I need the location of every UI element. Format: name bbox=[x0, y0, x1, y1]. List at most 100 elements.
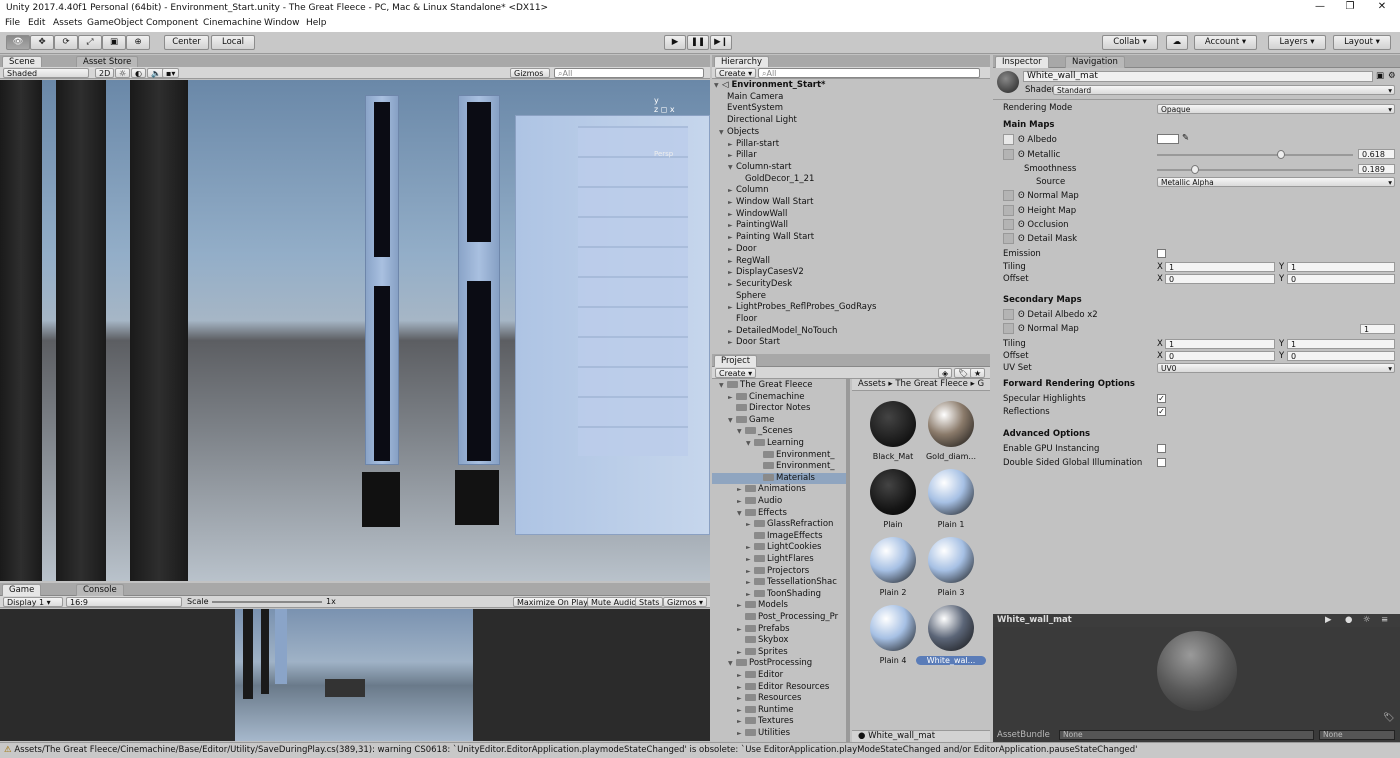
metallic-value-field[interactable]: 0.618 bbox=[1358, 149, 1395, 159]
hierarchy-search-input[interactable]: ⌕All bbox=[758, 68, 980, 78]
expand-arrow-icon[interactable]: ► bbox=[728, 279, 736, 291]
tab-game[interactable]: Game bbox=[2, 584, 42, 596]
expand-arrow-icon[interactable]: ► bbox=[746, 577, 754, 589]
menu-file[interactable]: File bbox=[5, 18, 20, 28]
height-map-slot[interactable] bbox=[1003, 205, 1014, 216]
hierarchy-item[interactable]: Sphere bbox=[712, 291, 990, 303]
scene-viewport[interactable]: yz ◻ x Persp bbox=[0, 80, 710, 581]
hierarchy-item[interactable]: ► Pillar-start bbox=[712, 139, 990, 151]
expand-arrow-icon[interactable]: ► bbox=[728, 232, 736, 244]
hierarchy-item[interactable]: Directional Light bbox=[712, 115, 990, 127]
source-dropdown[interactable]: Metallic Alpha ▾ bbox=[1157, 177, 1395, 187]
hierarchy-item[interactable]: Main Camera bbox=[712, 92, 990, 104]
expand-arrow-icon[interactable]: ► bbox=[728, 185, 736, 197]
expand-arrow-icon[interactable]: ► bbox=[737, 670, 745, 682]
move-tool-icon[interactable]: ✥ bbox=[30, 35, 54, 50]
menu-window[interactable]: Window bbox=[264, 18, 300, 28]
scene-gizmo-icon[interactable]: yz ◻ x bbox=[654, 96, 675, 114]
expand-arrow-icon[interactable]: ► bbox=[737, 496, 745, 508]
expand-arrow-icon[interactable]: ► bbox=[746, 519, 754, 531]
hierarchy-item[interactable]: ► Painting Wall Start bbox=[712, 232, 990, 244]
material-asset[interactable]: Gold_diam... bbox=[916, 401, 986, 467]
project-folder[interactable]: ► TessellationShac bbox=[712, 577, 846, 589]
hierarchy-item[interactable]: ► PaintingWall bbox=[712, 220, 990, 232]
hierarchy-item[interactable]: ► DetailedModel_NoTouch bbox=[712, 326, 990, 338]
expand-arrow-icon[interactable]: ▼ bbox=[728, 415, 736, 427]
project-folder[interactable]: ▼ Learning bbox=[712, 438, 846, 450]
hierarchy-item[interactable]: ▼ Objects bbox=[712, 127, 990, 139]
project-folder[interactable]: ► LightCookies bbox=[712, 542, 846, 554]
project-folder[interactable]: ► Animations bbox=[712, 484, 846, 496]
menu-assets[interactable]: Assets bbox=[53, 18, 82, 28]
scale-slider[interactable] bbox=[212, 601, 322, 603]
play-button-icon[interactable]: ▶ bbox=[664, 35, 686, 50]
close-icon[interactable]: ✕ bbox=[1362, 1, 1400, 12]
maximize-on-play-toggle[interactable]: Maximize On Play bbox=[513, 597, 593, 607]
breadcrumb-assets[interactable]: Assets bbox=[858, 379, 886, 389]
expand-arrow-icon[interactable]: ► bbox=[728, 326, 736, 338]
project-folder[interactable]: ► Runtime bbox=[712, 705, 846, 717]
expand-arrow-icon[interactable]: ► bbox=[728, 337, 736, 349]
hierarchy-item[interactable]: ▼ Column-start bbox=[712, 162, 990, 174]
status-bar[interactable]: ⚠ Assets/The Great Fleece/Cinemachine/Ba… bbox=[0, 742, 1400, 758]
preview-play-icon[interactable]: ▶ bbox=[1325, 614, 1332, 626]
albedo-color-swatch[interactable] bbox=[1157, 134, 1179, 144]
shading-dropdown[interactable]: Shaded bbox=[3, 68, 89, 78]
project-folder[interactable]: ► ToonShading bbox=[712, 589, 846, 601]
expand-arrow-icon[interactable]: ► bbox=[737, 682, 745, 694]
project-folder[interactable]: ► Audio bbox=[712, 496, 846, 508]
project-folder[interactable]: ► Editor bbox=[712, 670, 846, 682]
menu-help[interactable]: Help bbox=[306, 18, 327, 28]
scene-root[interactable]: ▼ ◁ Environment_Start* bbox=[712, 80, 990, 92]
expand-arrow-icon[interactable]: ► bbox=[728, 392, 736, 404]
project-folder[interactable]: ► Cinemachine bbox=[712, 392, 846, 404]
hierarchy-item[interactable]: ► Door bbox=[712, 244, 990, 256]
project-folder[interactable]: ▼ Game bbox=[712, 415, 846, 427]
gizmos-dropdown[interactable]: Gizmos ▾ bbox=[510, 68, 550, 87]
metallic-slot[interactable] bbox=[1003, 149, 1014, 160]
normal-scale-field[interactable]: 1 bbox=[1360, 324, 1395, 334]
expand-arrow-icon[interactable]: ► bbox=[737, 693, 745, 705]
expand-arrow-icon[interactable]: ▼ bbox=[737, 426, 745, 438]
expand-arrow-icon[interactable]: ► bbox=[737, 624, 745, 636]
fx-toggle-icon[interactable]: ◐ bbox=[131, 68, 146, 78]
expand-arrow-icon[interactable]: ▼ bbox=[719, 380, 727, 392]
expand-arrow-icon[interactable]: ► bbox=[728, 267, 736, 279]
double-sided-gi-checkbox[interactable] bbox=[1157, 458, 1166, 467]
tiling-y-field[interactable]: 1 bbox=[1287, 262, 1395, 272]
project-folder[interactable]: ► Sprites bbox=[712, 647, 846, 659]
project-folder[interactable]: ► Projectors bbox=[712, 566, 846, 578]
smoothness-value-field[interactable]: 0.189 bbox=[1358, 164, 1395, 174]
expand-arrow-icon[interactable]: ► bbox=[728, 139, 736, 151]
uv-set-dropdown[interactable]: UV0 ▾ bbox=[1157, 363, 1395, 373]
reflections-checkbox[interactable]: ✓ bbox=[1157, 407, 1166, 416]
project-folder[interactable]: ▼ _Scenes bbox=[712, 426, 846, 438]
menu-edit[interactable]: Edit bbox=[28, 18, 45, 28]
breadcrumb-next[interactable]: G bbox=[978, 379, 985, 389]
expand-arrow-icon[interactable]: ► bbox=[737, 728, 745, 740]
expand-arrow-icon[interactable]: ► bbox=[737, 647, 745, 659]
project-folder[interactable]: ImageEffects bbox=[712, 531, 846, 543]
project-folder[interactable]: Environment_ bbox=[712, 461, 846, 473]
shader-dropdown[interactable]: Standard ▾ bbox=[1053, 85, 1395, 95]
pivot-local-button[interactable]: Local bbox=[211, 35, 255, 50]
project-folder[interactable]: ▼ The Great Fleece bbox=[712, 380, 846, 392]
project-folder[interactable]: ► Textures bbox=[712, 716, 846, 728]
offset-y-field[interactable]: 0 bbox=[1287, 274, 1395, 284]
project-folder[interactable]: ▼ Effects bbox=[712, 508, 846, 520]
preview-menu-icon[interactable]: ≡ bbox=[1381, 614, 1388, 626]
eyedropper-icon[interactable]: ✎ bbox=[1182, 133, 1189, 143]
expand-arrow-icon[interactable]: ► bbox=[728, 256, 736, 268]
expand-arrow-icon[interactable]: ▼ bbox=[719, 127, 727, 139]
detail-albedo-slot[interactable] bbox=[1003, 309, 1014, 320]
favorite-icon[interactable]: ★ bbox=[970, 368, 986, 378]
hierarchy-item[interactable]: ► Window Wall Start bbox=[712, 197, 990, 209]
expand-arrow-icon[interactable]: ▼ bbox=[746, 438, 754, 450]
project-folder[interactable]: Environment_ bbox=[712, 450, 846, 462]
hierarchy-item[interactable]: ► DisplayCasesV2 bbox=[712, 267, 990, 279]
tab-navigation[interactable]: Navigation bbox=[1065, 56, 1125, 68]
2d-toggle[interactable]: 2D bbox=[95, 68, 115, 78]
variant-dropdown[interactable]: None bbox=[1319, 730, 1395, 740]
layers-dropdown[interactable]: Layers ▾ bbox=[1268, 35, 1326, 50]
project-folder[interactable]: Director Notes bbox=[712, 403, 846, 415]
